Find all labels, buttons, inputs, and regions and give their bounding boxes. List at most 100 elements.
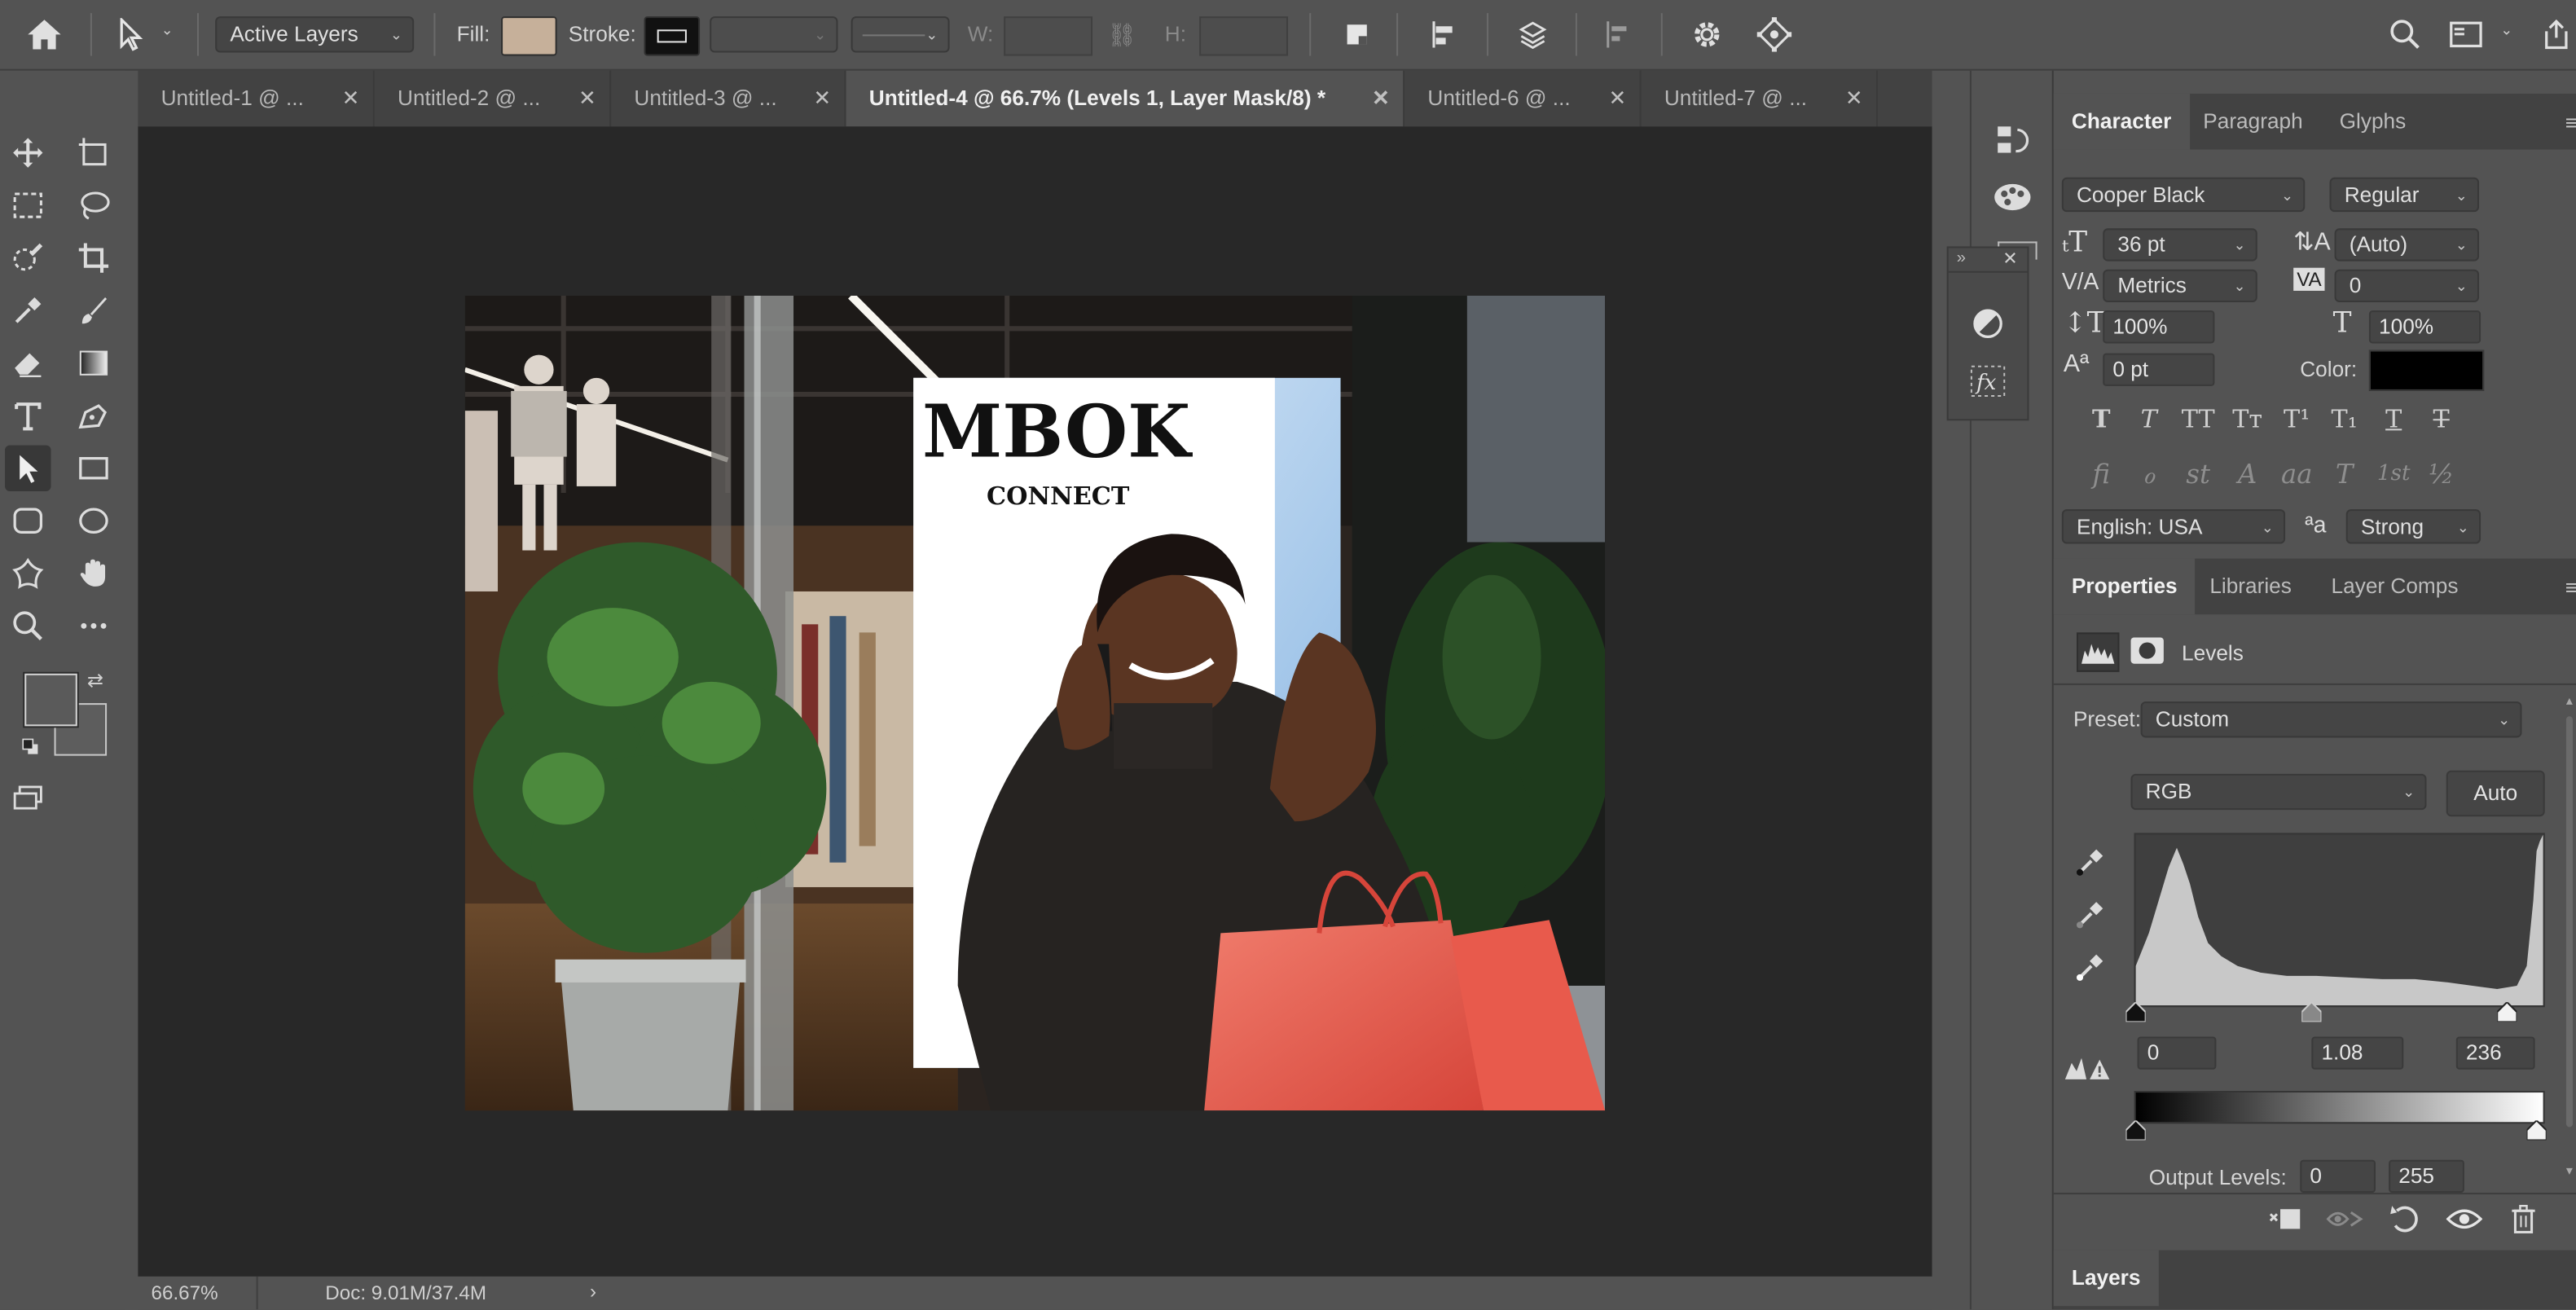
underline-button[interactable]: T (2372, 401, 2415, 437)
screen-mode-icon[interactable] (5, 776, 51, 821)
document-tab-1[interactable]: Untitled-1 @ ... ✕ (138, 70, 375, 127)
anti-aliasing-dropdown[interactable]: Strong ⌄ (2345, 509, 2481, 544)
pen-tool-icon[interactable] (71, 393, 116, 438)
white-point-eyedropper-icon[interactable] (2073, 948, 2106, 984)
text-color-swatch[interactable] (2368, 349, 2485, 391)
width-field[interactable] (1004, 16, 1093, 56)
all-caps-button[interactable]: TT (2177, 401, 2219, 437)
custom-shape-tool-icon[interactable] (5, 551, 51, 596)
standard-ligatures-button[interactable]: ﬁ (2080, 457, 2122, 493)
discretionary-ligatures-button[interactable]: st (2177, 457, 2219, 493)
font-size-field[interactable]: 36 pt ⌄ (2103, 228, 2257, 262)
document-tab-4[interactable]: Untitled-4 @ 66.7% (Levels 1, Layer Mask… (846, 70, 1405, 127)
fractions-button[interactable]: ½ (2420, 457, 2462, 493)
close-icon[interactable]: ✕ (2002, 248, 2018, 270)
swap-colors-icon[interactable]: ⇄ (87, 669, 103, 692)
ordinals-button[interactable]: 1st (2372, 457, 2415, 493)
layers-mode-dropdown[interactable]: Active Layers ⌄ (215, 16, 415, 53)
close-icon[interactable]: ✕ (578, 71, 596, 127)
stylistic-alternates-button[interactable]: aa (2275, 457, 2318, 493)
canvas-area[interactable]: MBOK CONNECT (138, 126, 1932, 1277)
path-alignment-icon[interactable] (1422, 13, 1465, 55)
close-icon[interactable]: ✕ (1608, 71, 1626, 127)
contextual-alternates-button[interactable]: ℴ (2127, 457, 2169, 493)
crop-tool-icon[interactable] (71, 235, 116, 280)
ellipse-tool-icon[interactable] (71, 498, 116, 543)
output-black-slider[interactable] (2125, 1120, 2146, 1141)
artboard-tool-icon[interactable] (71, 130, 116, 175)
close-icon[interactable]: ✕ (813, 71, 831, 127)
close-icon[interactable]: ✕ (342, 71, 360, 127)
tab-character[interactable]: Character (2053, 93, 2190, 150)
layer-mask-icon[interactable] (2130, 635, 2165, 665)
document-tab-3[interactable]: Untitled-3 @ ... ✕ (611, 70, 846, 127)
link-icon[interactable]: ⛓ (1107, 21, 1136, 49)
warp-transform-icon[interactable] (1753, 13, 1796, 55)
superscript-button[interactable]: T¹ (2275, 401, 2318, 437)
faux-italic-button[interactable]: T (2127, 401, 2169, 437)
faux-bold-button[interactable]: T (2080, 401, 2122, 437)
rectangular-marquee-tool-icon[interactable] (5, 182, 51, 228)
tab-libraries[interactable]: Libraries (2191, 559, 2310, 615)
view-previous-state-icon[interactable] (2323, 1198, 2365, 1240)
workspace-chevron-icon[interactable]: ⌄ (2500, 21, 2512, 39)
output-black-field[interactable]: 0 (2300, 1159, 2376, 1194)
more-tools-icon[interactable] (71, 603, 116, 648)
subscript-button[interactable]: T₁ (2323, 401, 2365, 437)
hand-tool-icon[interactable] (71, 551, 116, 596)
auto-button[interactable]: Auto (2446, 770, 2545, 817)
path-selection-tool-icon[interactable] (108, 13, 151, 55)
tab-glyphs[interactable]: Glyphs (2321, 94, 2424, 150)
tab-properties[interactable]: Properties (2053, 558, 2196, 615)
gradient-tool-icon[interactable] (71, 340, 116, 385)
close-icon[interactable]: ✕ (1845, 71, 1863, 127)
home-icon[interactable] (23, 13, 65, 55)
path-selection-tool-icon[interactable] (5, 445, 51, 491)
foreground-color-swatch[interactable] (24, 673, 77, 727)
toggle-visibility-icon[interactable] (2443, 1198, 2486, 1240)
brush-tool-icon[interactable] (71, 288, 116, 333)
levels-adjustment-icon[interactable] (2076, 632, 2120, 672)
input-white-slider[interactable] (2497, 1002, 2517, 1022)
default-colors-icon[interactable] (21, 737, 38, 754)
zoom-tool-icon[interactable] (5, 603, 51, 648)
move-tool-icon[interactable] (5, 130, 51, 175)
input-gamma-field[interactable]: 1.08 (2311, 1036, 2404, 1070)
stroke-width-field[interactable]: ⌄ (710, 16, 838, 53)
stroke-type-dropdown[interactable]: ⌄ (851, 16, 950, 53)
input-white-field[interactable]: 236 (2455, 1036, 2535, 1070)
gray-point-eyedropper-icon[interactable] (2073, 895, 2106, 931)
output-white-slider[interactable] (2526, 1120, 2547, 1141)
adjustments-icon[interactable] (1967, 302, 2009, 345)
fill-color-swatch[interactable] (501, 16, 557, 56)
eraser-tool-icon[interactable] (5, 340, 51, 385)
baseline-shift-field[interactable]: 0 pt (2103, 353, 2215, 386)
panel-menu-icon[interactable]: ≡ (2565, 110, 2576, 134)
eyedropper-tool-icon[interactable] (5, 288, 51, 333)
document-canvas[interactable]: MBOK CONNECT (464, 295, 1606, 1111)
workspace-icon[interactable] (2445, 13, 2487, 55)
font-style-dropdown[interactable]: Regular ⌄ (2329, 177, 2480, 213)
stroke-color-swatch[interactable] (644, 16, 701, 56)
styles-fx-icon[interactable]: fx (1967, 360, 2009, 402)
small-caps-button[interactable]: Tт (2226, 401, 2268, 437)
zoom-level[interactable]: 66.67% (152, 1281, 218, 1304)
clip-to-layer-icon[interactable] (2264, 1198, 2306, 1240)
history-icon[interactable] (1991, 120, 2033, 162)
path-operations-icon[interactable] (1335, 13, 1378, 55)
rectangle-tool-icon[interactable] (71, 445, 116, 490)
input-black-slider[interactable] (2125, 1002, 2146, 1022)
output-white-field[interactable]: 255 (2389, 1159, 2464, 1194)
input-gamma-slider[interactable] (2301, 1002, 2322, 1022)
tab-layer-comps[interactable]: Layer Comps (2313, 559, 2476, 615)
rounded-rectangle-tool-icon[interactable] (5, 498, 51, 543)
input-black-field[interactable]: 0 (2137, 1036, 2217, 1070)
align-edges-icon[interactable] (1597, 13, 1639, 55)
language-dropdown[interactable]: English: USA ⌄ (2061, 509, 2286, 544)
reset-adjustment-icon[interactable] (2384, 1198, 2426, 1240)
quick-selection-tool-icon[interactable] (5, 235, 51, 280)
kerning-dropdown[interactable]: Metrics ⌄ (2103, 269, 2257, 303)
vertical-scale-field[interactable]: 100% (2103, 310, 2215, 344)
share-icon[interactable] (2535, 13, 2576, 55)
path-arrangement-icon[interactable] (1511, 13, 1554, 55)
